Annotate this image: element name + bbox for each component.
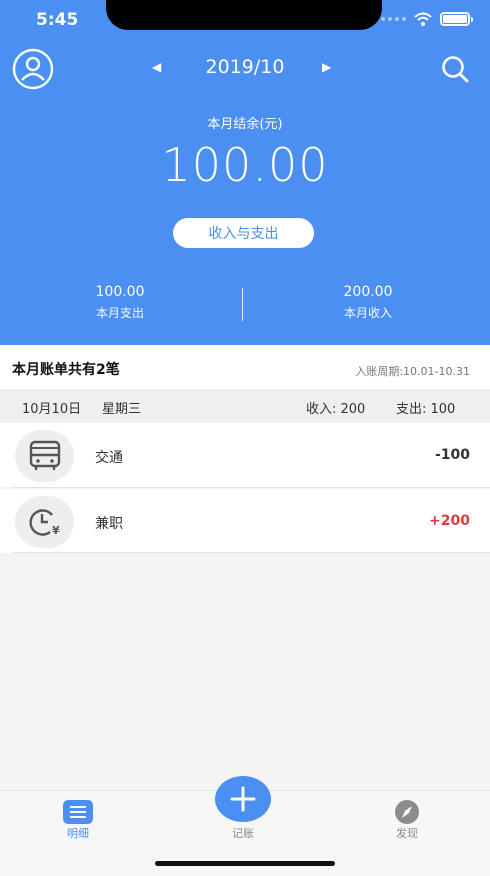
entry-name: 交通 xyxy=(95,450,123,466)
entry-amount: -100 xyxy=(434,447,470,463)
battery-icon xyxy=(440,12,473,26)
compass-icon xyxy=(395,800,419,824)
bus-icon xyxy=(15,430,74,482)
notch xyxy=(106,0,382,30)
bill-period: 入账周期:10.01-10.31 xyxy=(355,365,470,378)
search-icon[interactable] xyxy=(440,54,470,84)
list-item[interactable]: 交通 -100 xyxy=(0,423,490,487)
signal-icon xyxy=(381,17,406,21)
balance-value: 100.00 xyxy=(161,138,329,192)
day-date: 10月10日 xyxy=(22,402,82,417)
divider xyxy=(14,552,490,553)
day-income: 收入: 200 xyxy=(306,402,366,417)
balance-label: 本月结余(元) xyxy=(207,117,283,132)
bill-count: 本月账单共有2笔 xyxy=(12,362,120,378)
status-icons xyxy=(381,12,473,26)
month-label[interactable]: 2019/10 xyxy=(0,56,490,78)
expense-label: 本月支出 xyxy=(95,306,144,320)
entry-name: 兼职 xyxy=(95,516,123,532)
bill-header: 本月账单共有2笔 入账周期:10.01-10.31 xyxy=(0,345,490,389)
tab-record[interactable]: 记账 xyxy=(203,825,283,841)
home-indicator xyxy=(155,861,335,866)
income-value: 200.00 xyxy=(343,284,393,300)
day-weekday: 星期三 xyxy=(102,402,142,417)
status-time: 5:45 xyxy=(36,10,79,30)
income-label: 本月收入 xyxy=(343,306,392,320)
day-header: 10月10日 星期三 收入: 200 支出: 100 xyxy=(0,389,490,423)
divider xyxy=(14,487,490,488)
header: 5:45 ◀ 2019/10 ▶ 本月结余(元) 100.00 收入与支出 10… xyxy=(0,0,490,345)
tab-detail[interactable]: 明细 xyxy=(38,799,118,841)
plus-icon xyxy=(230,786,256,812)
tab-detail-label: 明细 xyxy=(67,827,89,840)
expense-value: 100.00 xyxy=(95,284,145,300)
income-expense-button[interactable]: 收入与支出 xyxy=(173,218,314,248)
wifi-icon xyxy=(414,12,432,26)
expense-summary: 100.00 本月支出 xyxy=(0,284,240,321)
tab-discover[interactable]: 发现 xyxy=(367,799,447,841)
add-record-button[interactable] xyxy=(215,776,271,822)
entry-amount: +200 xyxy=(429,513,470,529)
clock-yen-icon: ¥ xyxy=(15,496,74,548)
day-expense: 支出: 100 xyxy=(396,402,456,417)
tab-discover-label: 发现 xyxy=(396,827,418,840)
svg-text:¥: ¥ xyxy=(52,524,60,537)
next-month-icon[interactable]: ▶ xyxy=(322,60,331,74)
tab-record-label: 记账 xyxy=(232,827,254,840)
income-summary: 200.00 本月收入 xyxy=(248,284,488,321)
list-icon xyxy=(63,800,93,824)
summary-divider xyxy=(242,288,243,321)
list-item[interactable]: ¥ 兼职 +200 xyxy=(0,489,490,553)
